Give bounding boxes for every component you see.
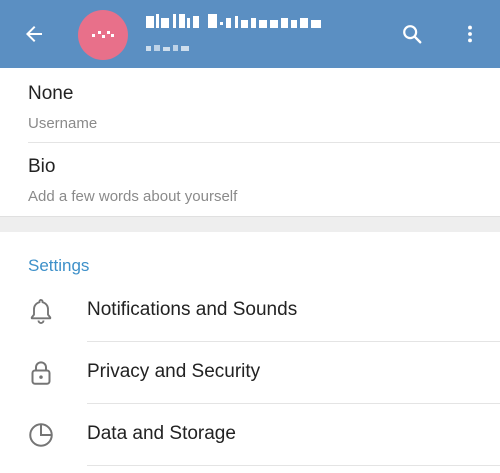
data-and-storage-item[interactable]: Data and Storage: [0, 403, 500, 465]
top-app-bar: Abhijit Kshirsagar online: [0, 0, 500, 68]
avatar[interactable]: [78, 10, 128, 60]
more-vertical-icon: [468, 25, 472, 43]
divider: [87, 465, 500, 466]
privacy-and-security-label: Privacy and Security: [87, 361, 261, 382]
more-options-button[interactable]: [452, 16, 488, 52]
section-separator: [0, 216, 500, 232]
bio-label: Add a few words about yourself: [28, 188, 238, 205]
chat-title-area[interactable]: Abhijit Kshirsagar online: [146, 10, 366, 58]
privacy-and-security-item[interactable]: Privacy and Security: [0, 341, 500, 403]
notifications-and-sounds-item[interactable]: Notifications and Sounds: [0, 279, 500, 341]
lock-icon: [31, 361, 51, 385]
profile-status: online: [146, 42, 190, 54]
settings-section-title: Settings: [28, 256, 90, 275]
bell-icon: [30, 299, 52, 324]
search-icon: [403, 25, 422, 44]
username-label: Username: [28, 115, 98, 132]
bio-row[interactable]: Bio Add a few words about yourself: [0, 143, 500, 216]
search-button[interactable]: [394, 16, 430, 52]
data-and-storage-label: Data and Storage: [87, 423, 236, 444]
back-button[interactable]: [14, 14, 54, 54]
bio-value: Bio: [28, 156, 56, 177]
clock-icon: [29, 423, 53, 447]
username-row[interactable]: None Username: [0, 70, 500, 143]
profile-name: Abhijit Kshirsagar: [146, 14, 326, 32]
notifications-and-sounds-label: Notifications and Sounds: [87, 299, 298, 320]
arrow-left-icon: [26, 26, 42, 42]
username-value: None: [28, 83, 74, 104]
